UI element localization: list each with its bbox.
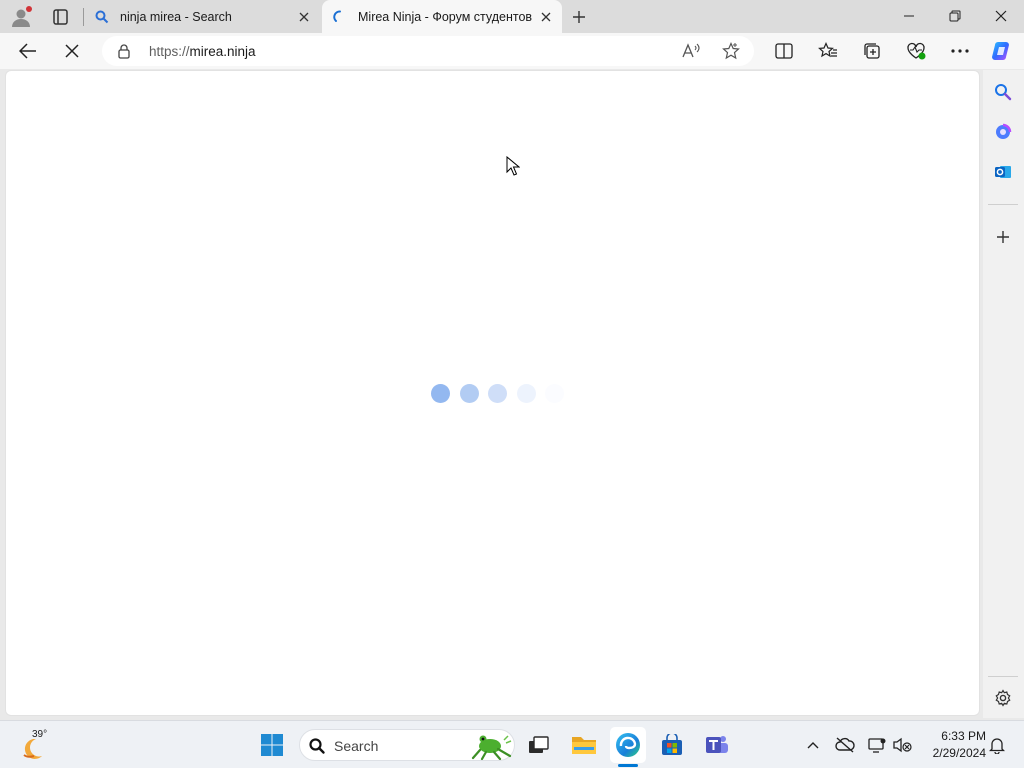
browser-toolbar: https://mirea.ninja: [0, 33, 1024, 69]
windows-start-icon[interactable]: [254, 727, 290, 763]
url-scheme: https://: [149, 44, 190, 59]
loading-spinner-icon: [332, 9, 348, 25]
edge-icon[interactable]: [610, 727, 646, 763]
task-view-icon[interactable]: [521, 727, 557, 763]
back-button[interactable]: [14, 37, 42, 65]
clock-date: 2/29/2024: [932, 746, 986, 760]
close-window-button[interactable]: [978, 0, 1024, 32]
search-icon: [94, 9, 110, 25]
sidebar-divider: [988, 204, 1018, 205]
loading-dot: [545, 384, 564, 403]
weather-temperature: 39°: [32, 729, 48, 740]
show-hidden-icons-icon[interactable]: [801, 733, 825, 757]
tab-strip: ninja mirea - Search Mirea Ninja - Форум…: [0, 0, 1024, 33]
volume-muted-icon[interactable]: [890, 733, 914, 757]
leap-day-frog-icon: [470, 732, 514, 761]
notifications-bell-icon[interactable]: [985, 733, 1009, 757]
loading-dot: [460, 384, 479, 403]
windows-taskbar: 39° Search 6:33 PM 2/29/2024: [0, 720, 1024, 768]
tab-search[interactable]: ninja mirea - Search: [84, 0, 320, 33]
sidebar-settings-icon[interactable]: [990, 685, 1016, 711]
new-tab-button[interactable]: [566, 4, 592, 30]
microsoft-store-icon[interactable]: [654, 727, 690, 763]
collections-icon[interactable]: [858, 37, 886, 65]
browser-essentials-icon[interactable]: [902, 37, 930, 65]
loading-indicator: [431, 382, 571, 404]
tab-title: Mirea Ninja - Форум студентов: [358, 9, 533, 24]
onedrive-offline-icon[interactable]: [833, 733, 857, 757]
favorites-icon[interactable]: [814, 37, 842, 65]
close-tab-icon[interactable]: [292, 5, 316, 29]
tab-title: ninja mirea - Search: [120, 9, 232, 24]
taskbar-search-label: Search: [334, 738, 379, 754]
url-host: mirea.ninja: [189, 44, 256, 59]
page-content: [5, 70, 980, 716]
taskbar-search-box[interactable]: Search: [299, 729, 515, 761]
mouse-cursor-icon: [506, 155, 521, 176]
search-icon: [308, 737, 326, 755]
url-text[interactable]: https://mirea.ninja: [149, 44, 256, 59]
sidebar-outlook-icon[interactable]: [990, 159, 1016, 185]
system-clock[interactable]: 6:33 PM 2/29/2024: [916, 728, 986, 762]
lock-icon[interactable]: [116, 43, 132, 59]
file-explorer-icon[interactable]: [566, 727, 602, 763]
clock-time: 6:33 PM: [941, 729, 986, 743]
split-screen-icon[interactable]: [770, 37, 798, 65]
close-tab-icon[interactable]: [534, 5, 558, 29]
loading-dot: [431, 384, 450, 403]
sidebar-copilot-icon[interactable]: [990, 119, 1016, 145]
sidebar-add-icon[interactable]: [990, 224, 1016, 250]
read-aloud-icon[interactable]: [679, 39, 703, 63]
minimize-button[interactable]: [886, 0, 932, 32]
edge-sidebar: [983, 70, 1024, 718]
settings-more-icon[interactable]: [946, 37, 974, 65]
copilot-icon[interactable]: [988, 37, 1016, 65]
network-icon[interactable]: [865, 733, 889, 757]
tab-mirea-ninja[interactable]: Mirea Ninja - Форум студентов: [322, 0, 562, 33]
tab-actions-icon[interactable]: [48, 6, 72, 28]
profile-avatar-icon[interactable]: [10, 6, 32, 28]
address-bar[interactable]: https://mirea.ninja: [102, 36, 754, 66]
favorite-star-icon[interactable]: [719, 39, 743, 63]
active-app-indicator: [618, 764, 638, 767]
loading-dot: [517, 384, 536, 403]
restore-button[interactable]: [932, 0, 978, 32]
weather-widget[interactable]: 39°: [18, 729, 78, 765]
sidebar-divider: [988, 676, 1018, 677]
stop-loading-button[interactable]: [58, 37, 86, 65]
teams-icon[interactable]: [699, 727, 735, 763]
loading-dot: [488, 384, 507, 403]
sidebar-search-icon[interactable]: [990, 79, 1016, 105]
